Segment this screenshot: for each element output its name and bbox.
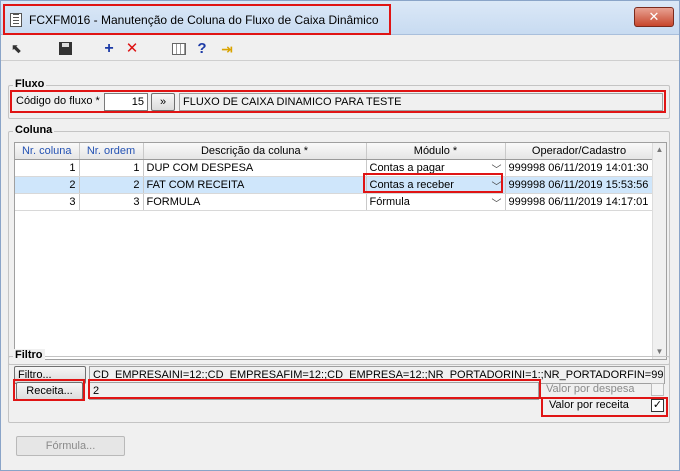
title-bar[interactable]: FCXFM016 - Manutenção de Coluna do Fluxo… <box>1 1 679 35</box>
cell-nr-ordem[interactable]: 3 <box>79 193 144 211</box>
flow-code-input[interactable]: 15 <box>104 93 148 111</box>
header-nr-coluna[interactable]: Nr. coluna <box>15 143 80 160</box>
flow-description: FLUXO DE CAIXA DINAMICO PARA TESTE <box>179 93 663 111</box>
cell-descricao[interactable]: DUP COM DESPESA <box>143 159 367 177</box>
table-scrollbar[interactable]: ▲ ▼ <box>652 143 666 359</box>
modulo-value: Contas a pagar <box>369 161 445 174</box>
receita-button[interactable]: Receita... <box>16 382 83 400</box>
coluna-group-label: Coluna <box>13 124 55 136</box>
document-icon <box>10 13 22 27</box>
calendar-icon[interactable] <box>169 39 189 59</box>
table-row[interactable]: 2 2 FAT COM RECEITA Contas a receber ﹀ 99… <box>15 176 654 194</box>
toolbar: ⬉ + ✕ ? ⇥ <box>1 37 679 61</box>
cell-operador: 999998 06/11/2019 14:17:01 <box>505 193 654 211</box>
flow-lookup-button[interactable]: » <box>151 93 175 111</box>
cell-operador: 999998 06/11/2019 15:53:56 <box>505 176 654 194</box>
operador-code: 999998 <box>508 195 546 208</box>
header-descricao[interactable]: Descrição da coluna * <box>143 143 367 160</box>
cadastro-date: 06/11/2019 14:17:01 <box>548 195 649 208</box>
valor-despesa-label: Valor por despesa <box>546 383 635 395</box>
close-button[interactable]: ✕ <box>634 7 674 27</box>
receita-value: 2 <box>89 382 539 400</box>
operador-code: 999998 <box>508 161 546 174</box>
window-title: FCXFM016 - Manutenção de Coluna do Fluxo… <box>29 13 379 27</box>
chevron-down-icon[interactable]: ﹀ <box>492 195 502 210</box>
cell-nr-coluna[interactable]: 1 <box>15 159 80 177</box>
header-operador[interactable]: Operador/Cadastro <box>505 143 654 160</box>
cell-modulo[interactable]: Contas a pagar ﹀ <box>366 159 506 177</box>
save-icon[interactable] <box>55 39 75 59</box>
scroll-up-icon[interactable]: ▲ <box>653 143 666 157</box>
cadastro-date: 06/11/2019 15:53:56 <box>548 178 649 191</box>
fluxo-group-label: Fluxo <box>13 78 47 90</box>
help-icon[interactable]: ? <box>192 39 212 59</box>
cell-nr-coluna[interactable]: 2 <box>15 176 80 194</box>
columns-table: Nr. coluna Nr. ordem Descrição da coluna… <box>14 142 667 360</box>
modulo-value: Fórmula <box>369 195 410 208</box>
cell-descricao[interactable]: FORMULA <box>143 193 367 211</box>
valor-receita-checkbox[interactable]: ✓ <box>651 399 664 412</box>
cadastro-date: 06/11/2019 14:01:30 <box>548 161 649 174</box>
chevron-down-icon[interactable]: ﹀ <box>492 178 502 193</box>
filtro-group-label: Filtro <box>13 349 45 361</box>
header-nr-ordem[interactable]: Nr. ordem <box>79 143 144 160</box>
cell-operador: 999998 06/11/2019 14:01:30 <box>505 159 654 177</box>
formula-button[interactable]: Fórmula... <box>16 436 125 456</box>
valor-receita-label: Valor por receita <box>549 399 629 411</box>
flow-code-label: Código do fluxo * <box>16 95 100 107</box>
table-row[interactable]: 1 1 DUP COM DESPESA Contas a pagar ﹀ 9999… <box>15 159 654 177</box>
chevron-down-icon[interactable]: ﹀ <box>492 161 502 176</box>
exit-icon[interactable]: ⇥ <box>217 39 237 59</box>
add-icon[interactable]: + <box>99 39 119 59</box>
delete-icon[interactable]: ✕ <box>122 39 142 59</box>
operador-code: 999998 <box>508 178 546 191</box>
cell-nr-ordem[interactable]: 1 <box>79 159 144 177</box>
cell-nr-ordem[interactable]: 2 <box>79 176 144 194</box>
cell-modulo[interactable]: Fórmula ﹀ <box>366 193 506 211</box>
main-window: FCXFM016 - Manutenção de Coluna do Fluxo… <box>0 0 680 471</box>
table-row[interactable]: 3 3 FORMULA Fórmula ﹀ 999998 06/11/2019 1… <box>15 193 654 211</box>
navigate-icon[interactable]: ⬉ <box>7 39 27 59</box>
cell-nr-coluna[interactable]: 3 <box>15 193 80 211</box>
header-modulo[interactable]: Módulo * <box>366 143 506 160</box>
valor-despesa-checkbox[interactable] <box>651 383 664 396</box>
cell-descricao[interactable]: FAT COM RECEITA <box>143 176 367 194</box>
modulo-value: Contas a receber <box>369 178 454 191</box>
cell-modulo[interactable]: Contas a receber ﹀ <box>366 176 506 194</box>
title-highlight: FCXFM016 - Manutenção de Coluna do Fluxo… <box>3 4 391 35</box>
table-header-row: Nr. coluna Nr. ordem Descrição da coluna… <box>15 143 654 160</box>
